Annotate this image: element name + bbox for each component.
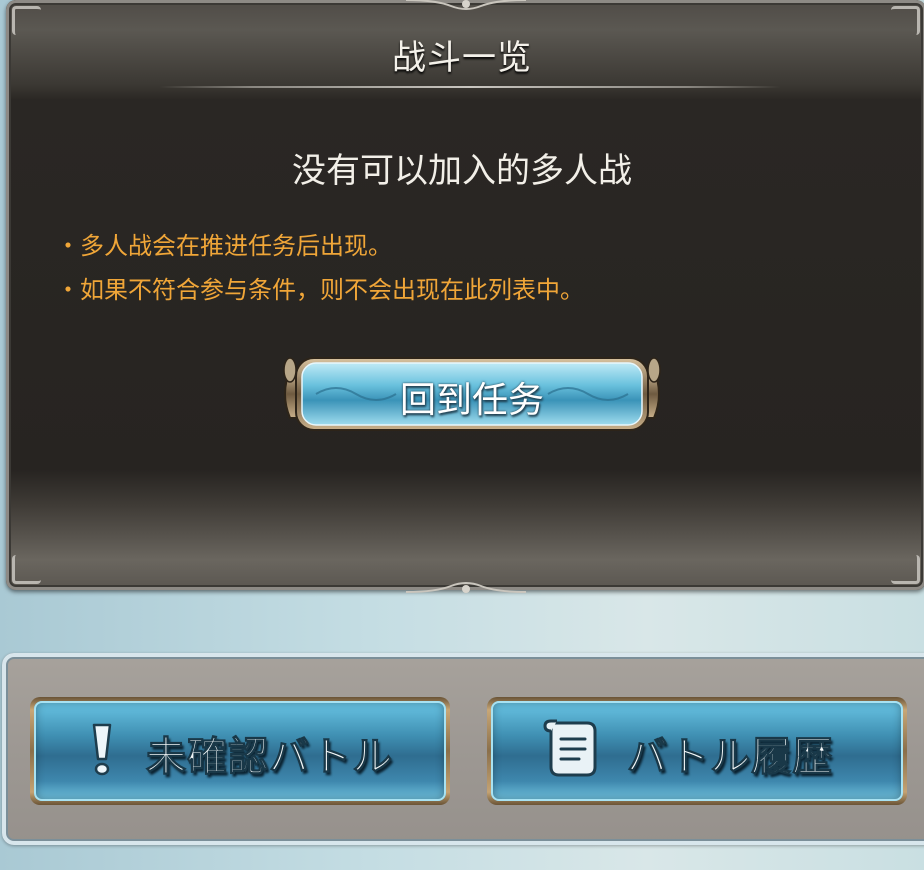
note-item: ・如果不符合参与条件，则不会出现在此列表中。 [56, 276, 584, 304]
exclamation-icon [92, 723, 112, 776]
battle-history-button[interactable]: バトル履歴 [487, 697, 907, 805]
frame-corner-ornament [12, 555, 41, 584]
return-button-label: 回到任务 [399, 380, 544, 421]
scroll-icon [543, 719, 597, 777]
notes-list: ・多人战会在推进任务后出现。 ・如果不符合参与条件，则不会出现在此列表中。 [56, 224, 584, 312]
unconfirmed-battles-label: 未確認バトル [145, 734, 394, 781]
note-item: ・多人战会在推进任务后出现。 [56, 232, 392, 260]
top-ornament-icon [406, 0, 526, 10]
battle-history-label: バトル履歴 [626, 734, 834, 781]
unconfirmed-battles-button[interactable]: 未確認バトル [30, 697, 450, 805]
return-to-quest-button[interactable]: 回到任务 [276, 348, 668, 440]
bottom-ornament-icon [406, 582, 526, 593]
title-divider [160, 86, 780, 88]
empty-state-heading: 没有可以加入的多人战 [292, 151, 632, 191]
frame-corner-ornament [891, 555, 920, 584]
dialog-title: 战斗一览 [392, 38, 532, 78]
